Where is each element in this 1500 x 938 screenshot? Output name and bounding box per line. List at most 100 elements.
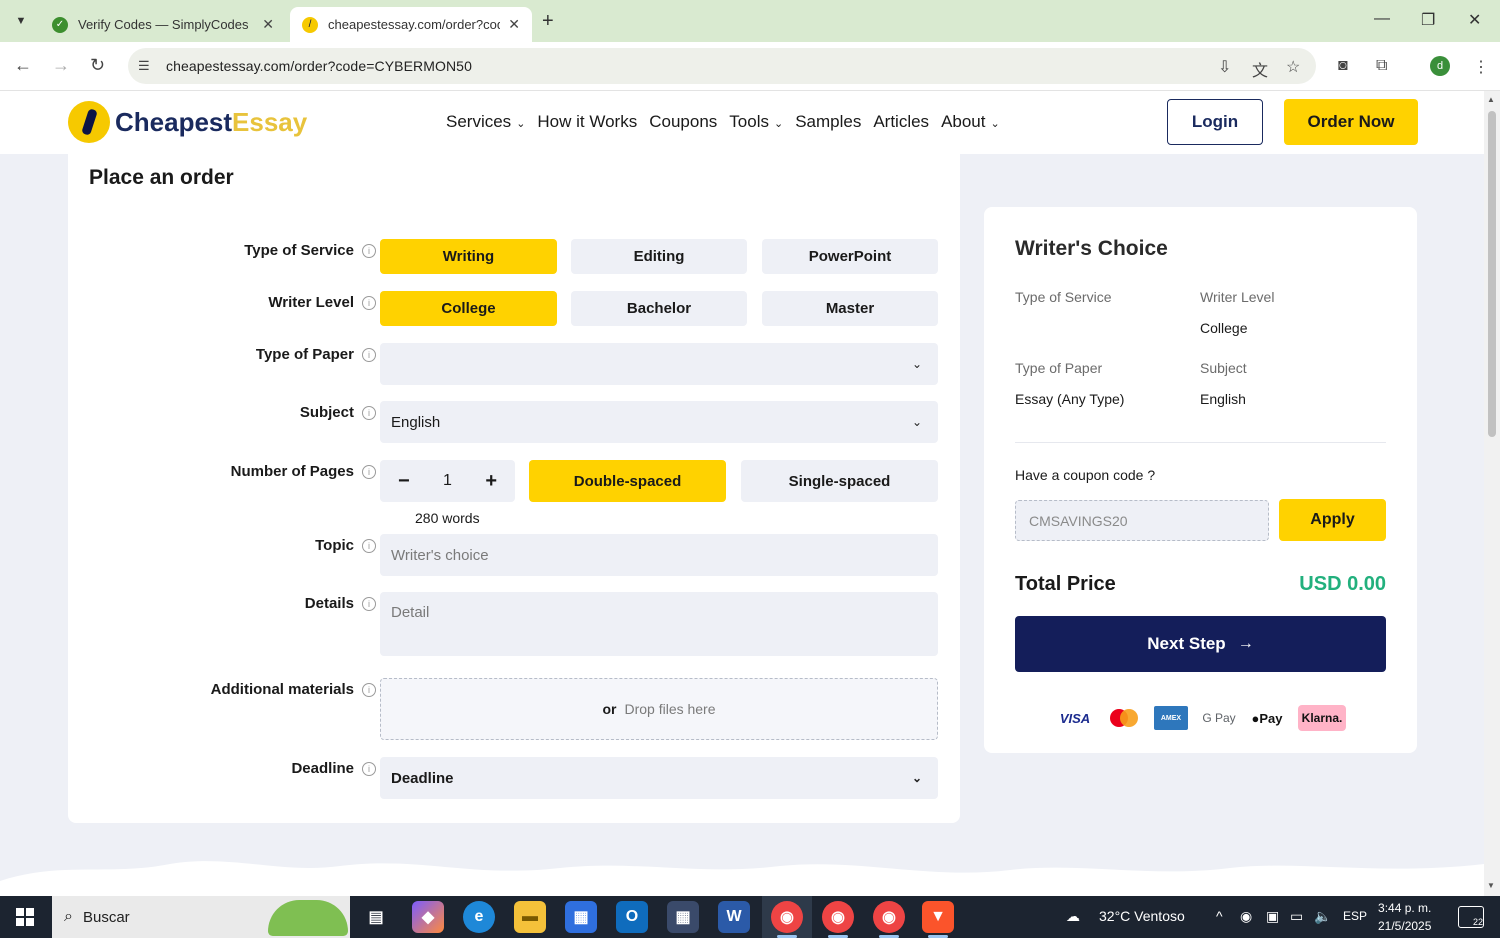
menu-kebab-icon[interactable]: ⋮ [1473,57,1489,77]
nav-tools[interactable]: Tools ⌄ [729,112,783,132]
tab-title: cheapestessay.com/order?code=CYBERMON50 [328,17,500,32]
network-icon[interactable]: ▭ [1290,908,1303,925]
pages-value[interactable]: 1 [443,472,452,490]
info-icon[interactable]: i [362,596,376,611]
info-icon[interactable]: i [362,682,376,697]
taskbar-search[interactable]: ⌕ Buscar [52,896,350,938]
close-window-icon[interactable]: ✕ [1468,10,1481,30]
new-tab-icon[interactable]: + [542,10,554,33]
page-scrollbar[interactable]: ▲ ▼ [1484,91,1500,896]
copilot-icon[interactable]: ◆ [412,901,444,933]
info-icon[interactable]: i [362,243,376,258]
chevron-down-icon: ⌄ [990,118,1000,130]
info-icon[interactable]: i [362,405,376,420]
outlook-icon[interactable]: O [616,901,648,933]
brave-icon[interactable]: ▼ [922,901,954,933]
search-highlight-image [268,900,348,936]
profile-avatar[interactable]: d [1430,56,1450,76]
tray-overflow-icon[interactable]: ^ [1216,908,1223,924]
bookmark-star-icon[interactable]: ☆ [1286,57,1300,77]
summary-label-service: Type of Service [1015,289,1112,305]
topic-input[interactable]: Writer's choice [380,534,938,576]
level-option-master[interactable]: Master [762,291,938,326]
site-logo[interactable]: CheapestEssay [68,101,307,143]
order-now-button[interactable]: Order Now [1284,99,1418,145]
file-explorer-icon[interactable]: ▬ [514,901,546,933]
tab-search-button[interactable]: ▼ [8,9,34,33]
next-step-button[interactable]: Next Step → [1015,616,1386,672]
reload-icon[interactable]: ↻ [90,55,105,76]
task-view-icon[interactable]: ▤ [360,901,392,933]
weather-icon[interactable]: ☁ [1066,908,1080,925]
type-of-paper-select[interactable]: ⌄ [380,343,938,385]
coupon-input[interactable]: CMSAVINGS20 [1015,500,1269,541]
nav-how-it-works[interactable]: How it Works [537,112,637,132]
service-option-powerpoint[interactable]: PowerPoint [762,239,938,274]
increment-button[interactable]: + [485,470,497,493]
details-textarea[interactable]: Detail [380,592,938,656]
nav-articles[interactable]: Articles [873,112,929,132]
volume-icon[interactable]: 🔈 [1314,908,1331,925]
divider [1015,442,1386,443]
spacing-option-single[interactable]: Single-spaced [741,460,938,502]
level-option-bachelor[interactable]: Bachelor [571,291,747,326]
site-info-icon[interactable]: ☰ [138,58,154,74]
forward-icon[interactable]: → [52,55,70,76]
edge-icon[interactable]: e [463,901,495,933]
chrome-profile-m-icon[interactable]: ◉ [822,901,854,933]
minimize-icon[interactable]: — [1374,10,1390,28]
weather-text[interactable]: 32°C Ventoso [1099,908,1185,924]
info-icon[interactable]: i [362,464,376,479]
scroll-up-icon[interactable]: ▲ [1487,95,1495,104]
chrome-profile-d-icon[interactable]: ◉ [771,901,803,933]
tab-cheapestessay[interactable]: / cheapestessay.com/order?code=CYBERMON5… [290,7,532,42]
windows-start-icon[interactable] [16,908,34,926]
login-button[interactable]: Login [1167,99,1263,145]
scroll-thumb[interactable] [1488,111,1496,437]
info-icon[interactable]: i [362,538,376,553]
meet-icon[interactable]: ▣ [1266,908,1279,925]
total-price-value: USD 0.00 [1299,573,1386,595]
close-tab-icon[interactable]: ✕ [508,16,520,33]
nav-services[interactable]: Services ⌄ [446,112,525,132]
word-icon[interactable]: W [718,901,750,933]
language-indicator[interactable]: ESP [1343,909,1367,923]
word-count: 280 words [415,510,480,526]
info-icon[interactable]: i [362,761,376,776]
apply-coupon-button[interactable]: Apply [1279,499,1386,541]
service-option-editing[interactable]: Editing [571,239,747,274]
nav-about[interactable]: About ⌄ [941,112,1000,132]
level-option-college[interactable]: College [380,291,557,326]
main-nav: Services ⌄ How it Works Coupons Tools ⌄ Sa… [446,112,1012,132]
close-tab-icon[interactable]: ✕ [262,16,274,33]
extensions-puzzle-icon[interactable]: ⧉ [1376,57,1387,75]
nav-coupons[interactable]: Coupons [649,112,717,132]
deadline-select[interactable]: Deadline ⌄ [380,757,938,799]
nav-samples[interactable]: Samples [795,112,861,132]
service-option-writing[interactable]: Writing [380,239,557,274]
omnibox[interactable]: ☰ cheapestessay.com/order?code=CYBERMON5… [128,48,1316,84]
extension-bot-icon[interactable]: ◙ [1338,57,1348,75]
decrement-button[interactable]: − [398,470,410,493]
record-icon[interactable]: ◉ [1240,908,1252,925]
info-icon[interactable]: i [362,347,376,362]
calculator-icon[interactable]: ▦ [667,901,699,933]
label-deadline: Deadline i [291,760,376,777]
info-icon[interactable]: i [362,295,376,310]
notifications-icon[interactable]: 22 [1458,906,1484,928]
back-icon[interactable]: ← [14,55,32,76]
store-icon[interactable]: ▦ [565,901,597,933]
chrome-profile-3-icon[interactable]: ◉ [873,901,905,933]
restore-icon[interactable]: ❐ [1421,10,1435,30]
tab-simplycodes[interactable]: ✓ Verify Codes — SimplyCodes ✕ [40,7,286,42]
translate-icon[interactable]: 文 [1252,57,1268,81]
subject-select[interactable]: English ⌄ [380,401,938,443]
file-dropzone[interactable]: or Drop files here [380,678,938,740]
url-text[interactable]: cheapestessay.com/order?code=CYBERMON50 [166,58,472,74]
summary-value-level: College [1200,320,1248,336]
spacing-option-double[interactable]: Double-spaced [529,460,726,502]
clock[interactable]: 3:44 p. m. 21/5/2025 [1378,899,1431,935]
apple-pay-icon: ● Pay [1251,710,1283,726]
scroll-down-icon[interactable]: ▼ [1487,881,1495,890]
install-app-icon[interactable]: ⇩ [1218,57,1231,77]
